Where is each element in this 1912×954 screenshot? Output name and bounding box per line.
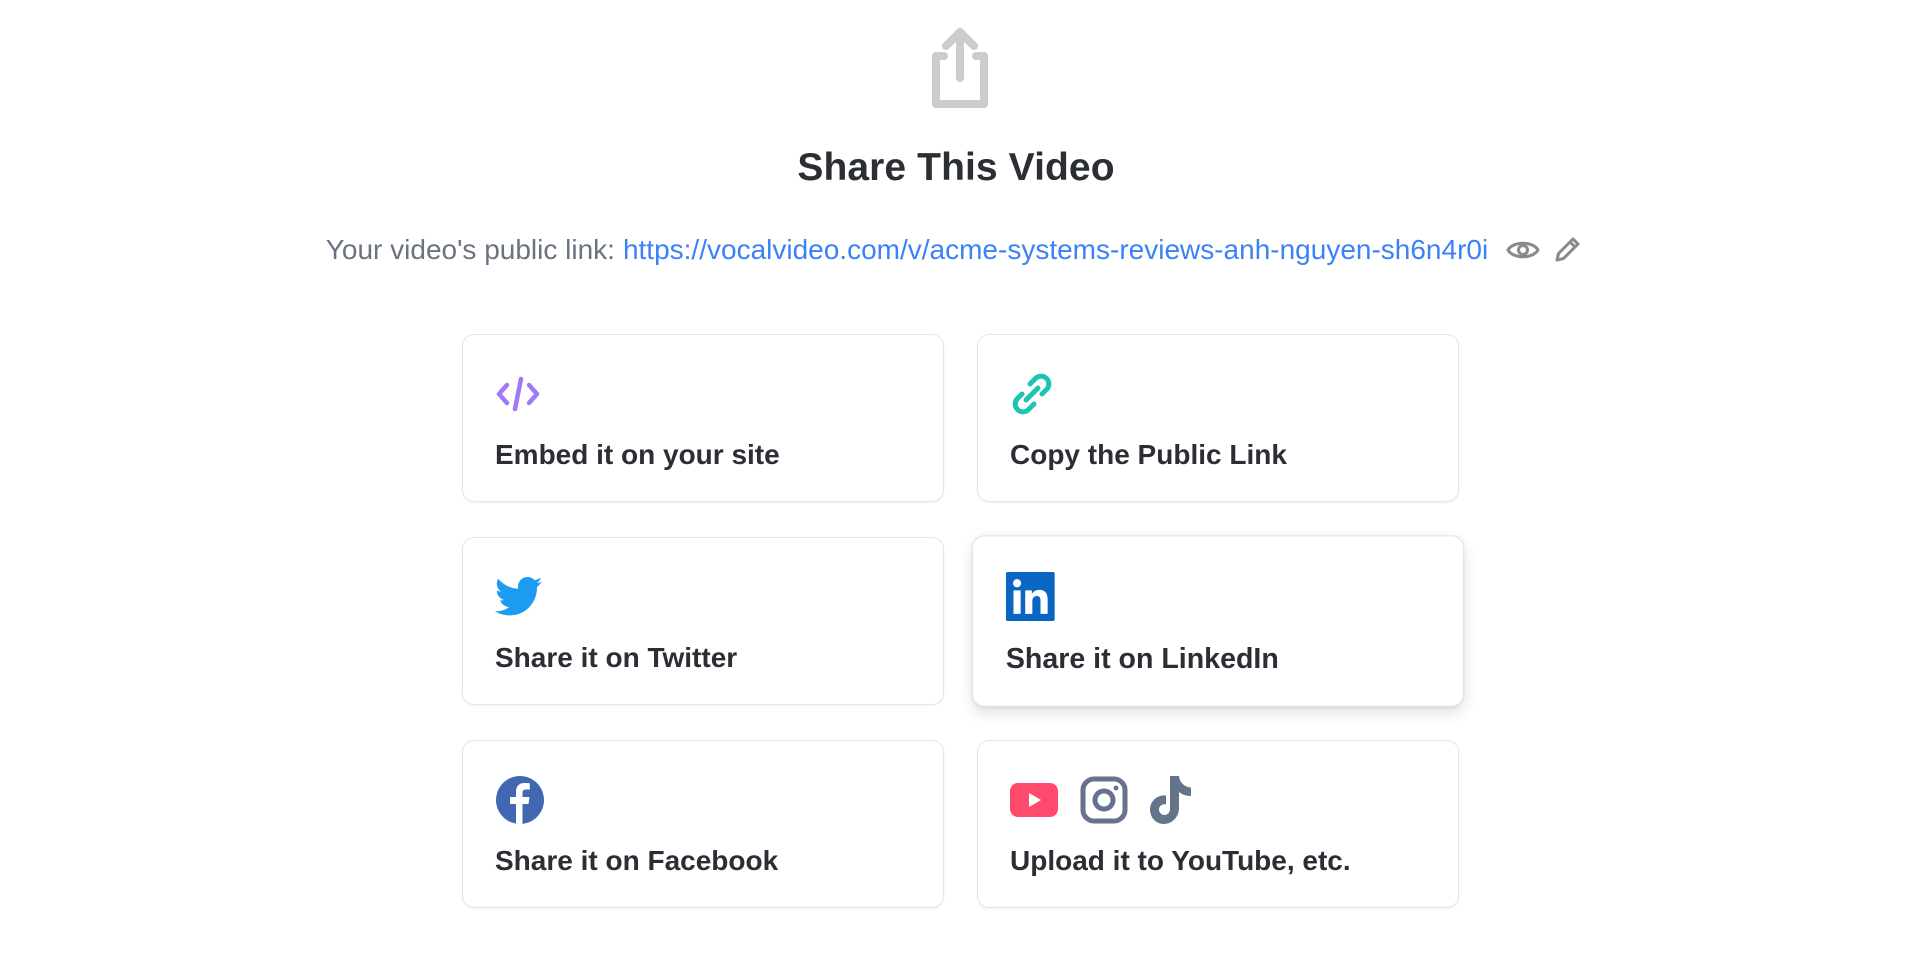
twitter-card[interactable]: Share it on Twitter (462, 537, 944, 705)
facebook-icon (495, 775, 545, 825)
twitter-icon (495, 577, 543, 617)
share-options-grid: Embed it on your site Copy the Public Li… (462, 334, 1464, 908)
card-label: Share it on LinkedIn (1005, 642, 1279, 675)
linkedin-card[interactable]: Share it on LinkedIn (972, 535, 1464, 707)
card-label: Copy the Public Link (1010, 439, 1287, 470)
embed-card[interactable]: Embed it on your site (462, 334, 944, 502)
facebook-card[interactable]: Share it on Facebook (462, 740, 944, 908)
public-link-label: Your video's public link: (325, 234, 615, 265)
eye-icon (1506, 238, 1540, 262)
code-icon (495, 375, 541, 413)
upload-card[interactable]: Upload it to YouTube, etc. (977, 740, 1459, 908)
card-label: Share it on Facebook (495, 845, 779, 876)
page-title: Share This Video (797, 146, 1115, 189)
pencil-icon (1552, 235, 1582, 265)
card-label: Share it on Twitter (495, 642, 738, 673)
link-actions (1498, 231, 1586, 269)
tiktok-icon (1150, 776, 1192, 824)
public-link-url[interactable]: https://vocalvideo.com/v/acme-systems-re… (623, 230, 1488, 270)
card-label: Upload it to YouTube, etc. (1010, 845, 1351, 876)
instagram-icon (1080, 776, 1128, 824)
link-icon (1010, 372, 1054, 416)
public-link-row: Your video's public link: https://vocalv… (0, 230, 1912, 270)
copy-link-card[interactable]: Copy the Public Link (977, 334, 1459, 502)
card-label: Embed it on your site (495, 439, 780, 470)
edit-link-button[interactable] (1548, 231, 1586, 269)
preview-button[interactable] (1504, 231, 1542, 269)
linkedin-icon (1005, 572, 1055, 621)
youtube-icon (1010, 783, 1058, 817)
share-upload-icon (926, 26, 994, 110)
